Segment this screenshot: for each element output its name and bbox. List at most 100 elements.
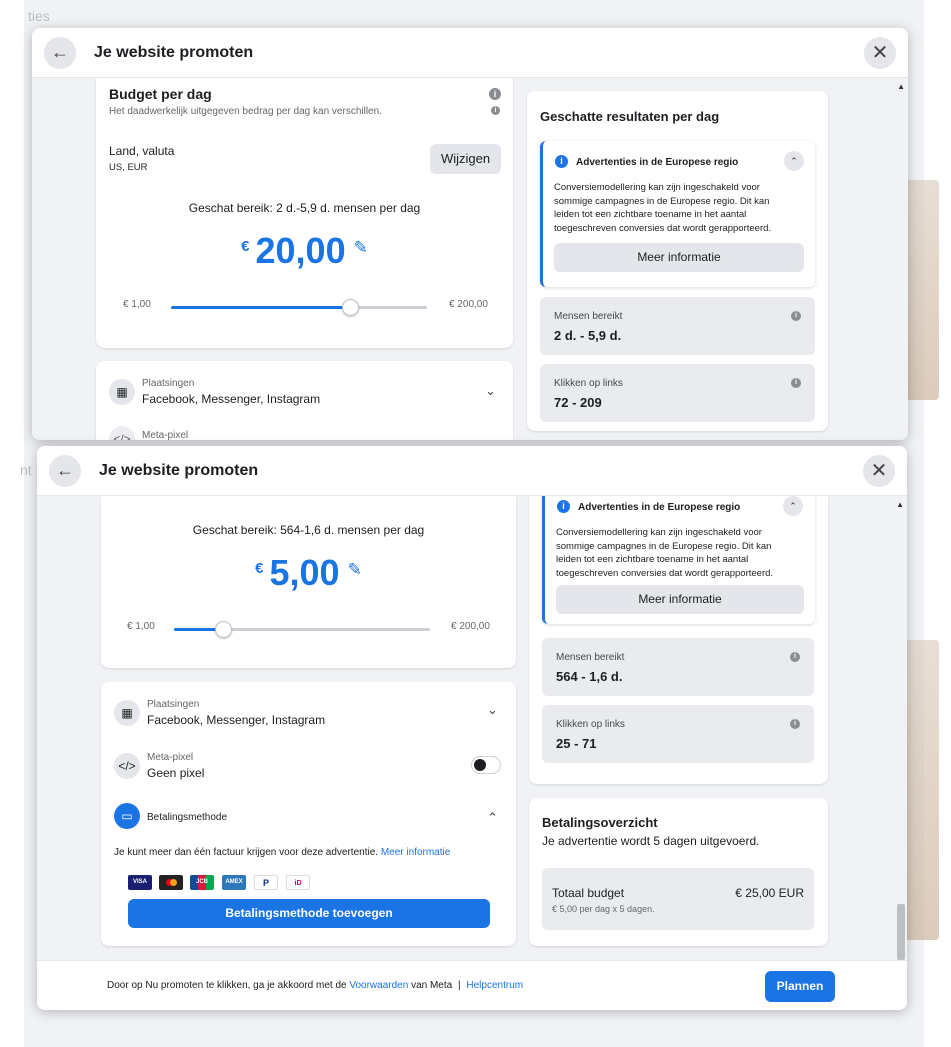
close-button[interactable]: ✕ (864, 36, 896, 69)
pencil-icon[interactable]: ✎ (354, 238, 368, 257)
back-button[interactable]: ← (44, 36, 76, 69)
results-card: i Advertenties in de Europese regio ⌃ Co… (529, 488, 828, 784)
help-center-link[interactable]: Helpcentrum (466, 980, 523, 991)
amount-value: 20,00 (255, 230, 346, 271)
pencil-icon[interactable]: ✎ (348, 560, 362, 579)
results-title: Geschatte resultaten per dag (540, 109, 720, 124)
chevron-up-icon[interactable]: ⌃ (783, 496, 803, 516)
grid-icon: ▦ (109, 379, 135, 405)
promote-dialog-bottom: ← Je website promoten ✕ Geschat bereik: … (37, 446, 907, 1010)
scrollbar[interactable]: ▲ (896, 78, 908, 440)
stat-value: 25 - 71 (556, 736, 597, 751)
payment-method-label: Betalingsmethode (147, 812, 228, 823)
add-payment-method-button[interactable]: Betalingsmethode toevoegen (128, 899, 490, 928)
overview-title: Betalingsoverzicht (542, 815, 658, 830)
meta-pixel-label: Meta-pixel (147, 752, 194, 763)
terms-prefix: Door op Nu promoten te klikken, ga je ak… (107, 980, 347, 991)
scroll-up-arrow[interactable]: ▲ (896, 500, 904, 509)
slider-handle[interactable] (342, 299, 360, 316)
info-icon[interactable]: i (489, 88, 501, 100)
chevron-down-icon[interactable]: ⌄ (485, 383, 496, 399)
terms-suffix: van Meta (411, 980, 453, 991)
info-icon[interactable]: i (791, 378, 801, 388)
dialog-header: ← Je website promoten ✕ (37, 446, 907, 496)
slider-handle[interactable] (214, 621, 232, 638)
budget-slider[interactable] (171, 299, 427, 316)
info-icon: i (557, 500, 570, 513)
people-reached-stat: Mensen bereikt 564 - 1,6 d. i (542, 638, 814, 696)
stat-value: 564 - 1,6 d. (556, 669, 623, 684)
mastercard-icon (159, 875, 183, 890)
currency-symbol: € (241, 238, 250, 255)
visa-icon: VISA (128, 875, 152, 890)
more-info-link[interactable]: Meer informatie (381, 847, 450, 858)
payment-note-text: Je kunt meer dan één factuur krijgen voo… (114, 847, 379, 858)
daily-amount[interactable]: €5,00 ✎ (101, 552, 516, 594)
total-budget-label: Totaal budget (552, 886, 625, 900)
chevron-down-icon[interactable]: ⌄ (487, 702, 498, 718)
link-clicks-stat: Klikken op links 72 - 209 i (540, 364, 815, 422)
info-icon[interactable]: i (791, 311, 801, 321)
budget-title: Budget per dag (109, 86, 212, 102)
close-button[interactable]: ✕ (863, 454, 895, 487)
separator: | (458, 980, 461, 991)
eu-notice: i Advertenties in de Europese regio ⌃ Co… (542, 488, 815, 624)
stat-label: Klikken op links (554, 378, 623, 389)
promote-dialog-top: ← Je website promoten ✕ Budget per dag H… (32, 28, 908, 440)
info-icon[interactable]: i (790, 719, 800, 729)
change-country-button[interactable]: Wijzigen (430, 144, 501, 174)
budget-slider[interactable] (174, 621, 430, 638)
dialog-body: Budget per dag Het daadwerkelijk uitgege… (32, 78, 908, 440)
meta-pixel-value: Geen pixel (147, 766, 205, 780)
paypal-icon: P (254, 875, 278, 890)
grid-icon: ▦ (114, 700, 140, 726)
close-icon: ✕ (870, 460, 888, 482)
info-icon[interactable]: i (790, 652, 800, 662)
ideal-icon: iD (286, 875, 310, 890)
slider-max: € 200,00 (451, 621, 490, 632)
total-budget-value: € 25,00 EUR (735, 886, 804, 900)
meta-pixel-label: Meta-pixel (142, 430, 189, 440)
amount-value: 5,00 (269, 552, 340, 593)
country-value: US, EUR (109, 162, 148, 173)
slider-min: € 1,00 (127, 621, 155, 632)
dialog-title: Je website promoten (99, 461, 259, 479)
budget-card: Geschat bereik: 564-1,6 d. mensen per da… (101, 496, 516, 668)
meta-pixel-toggle[interactable] (471, 756, 501, 774)
terms-link[interactable]: Voorwaarden (349, 980, 408, 991)
slider-min: € 1,00 (123, 299, 151, 310)
estimated-reach: Geschat bereik: 564-1,6 d. mensen per da… (192, 523, 425, 537)
chevron-up-icon[interactable]: ⌃ (487, 810, 498, 826)
currency-symbol: € (255, 560, 264, 577)
schedule-button[interactable]: Plannen (765, 971, 835, 1002)
chevron-up-icon[interactable]: ⌃ (784, 151, 804, 171)
notice-text: Conversiemodellering kan zijn ingeschake… (556, 527, 774, 579)
close-icon: ✕ (871, 42, 889, 64)
payment-note: Je kunt meer dan één factuur krijgen voo… (114, 847, 450, 858)
payment-card-icon: ▭ (114, 803, 140, 829)
estimated-reach: Geschat bereik: 2 d.-5,9 d. mensen per d… (188, 201, 421, 215)
mastercard-circles (169, 879, 177, 886)
scroll-up-arrow[interactable]: ▲ (897, 82, 905, 91)
budget-subtitle: Het daadwerkelijk uitgegeven bedrag per … (109, 106, 382, 117)
placements-value: Facebook, Messenger, Instagram (142, 392, 321, 406)
results-card: Geschatte resultaten per dag i Advertent… (527, 91, 828, 431)
back-button[interactable]: ← (49, 454, 81, 487)
daily-amount[interactable]: €20,00 ✎ (96, 230, 513, 272)
jcb-icon: JCB (190, 875, 214, 890)
info-icon[interactable]: i (491, 106, 500, 115)
info-icon: i (555, 155, 568, 168)
arrow-left-icon: ← (51, 42, 69, 62)
terms-text: Door op Nu promoten te klikken, ga je ak… (107, 980, 523, 991)
more-info-button[interactable]: Meer informatie (556, 585, 804, 614)
stat-label: Mensen bereikt (556, 652, 625, 663)
total-budget-box: Totaal budget € 25,00 EUR € 5,00 per dag… (542, 868, 814, 930)
scrollbar[interactable]: ▲ (895, 496, 907, 960)
more-info-button[interactable]: Meer informatie (554, 243, 804, 272)
people-reached-stat: Mensen bereikt 2 d. - 5,9 d. i (540, 297, 815, 355)
scroll-thumb[interactable] (897, 904, 905, 960)
placements-label: Plaatsingen (142, 378, 195, 389)
background-text: ties (28, 8, 50, 24)
dialog-title: Je website promoten (94, 43, 254, 61)
code-icon: </> (109, 426, 135, 440)
